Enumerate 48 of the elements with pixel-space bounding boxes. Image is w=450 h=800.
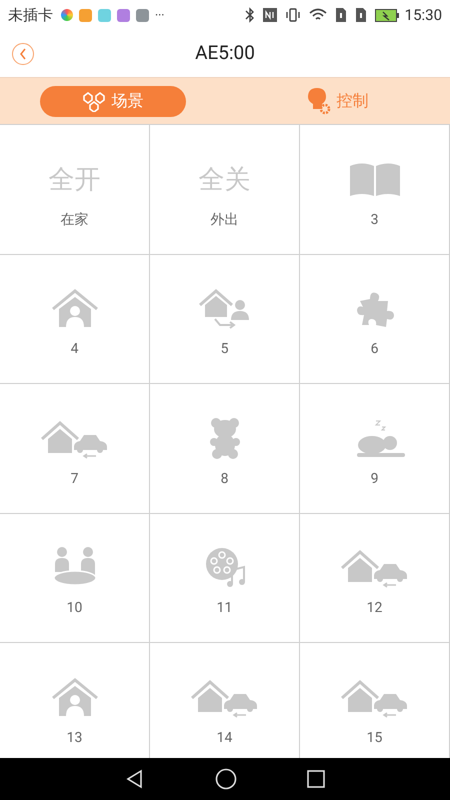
sim-card-icon — [334, 7, 347, 23]
back-button[interactable] — [12, 42, 34, 64]
hexagons-icon — [82, 90, 106, 112]
scene-tile[interactable]: 3 — [300, 125, 450, 254]
back-nav-icon[interactable] — [125, 769, 145, 789]
scene-tile[interactable]: 5 — [150, 254, 300, 384]
scene-tile[interactable]: 8 — [150, 384, 300, 514]
battery-icon — [374, 8, 399, 22]
page-title: AE5:00 — [194, 40, 256, 66]
scene-label: 13 — [66, 728, 82, 748]
scene-label: 5 — [220, 340, 228, 360]
bluetooth-icon — [244, 7, 255, 23]
nfc-icon — [262, 8, 277, 22]
scene-label: 11 — [216, 599, 232, 618]
scene-label: 4 — [70, 340, 78, 360]
scene-tile[interactable]: 6 — [300, 254, 450, 384]
app-icon — [61, 9, 73, 21]
scene-label: 3 — [370, 210, 378, 230]
scene-label: 7 — [70, 470, 78, 489]
carrier-text: 未插卡 — [8, 4, 53, 26]
vibrate-icon — [284, 7, 301, 23]
sim-card-icon — [354, 7, 367, 23]
scene-label: 10 — [66, 599, 82, 618]
overflow-text: ··· — [155, 7, 164, 24]
scene-label: 15 — [366, 728, 382, 748]
scene-label: 8 — [220, 470, 228, 489]
recents-nav-icon[interactable] — [307, 770, 325, 788]
scene-tile[interactable]: 7 — [0, 384, 150, 514]
home-nav-icon[interactable] — [215, 768, 237, 790]
scene-label: 6 — [370, 340, 378, 360]
scene-tile[interactable]: 10 — [0, 514, 150, 643]
chevron-left-icon — [19, 48, 27, 60]
app-icon — [117, 8, 130, 22]
scene-label: 在家 — [60, 210, 88, 230]
scene-tile[interactable]: 11 — [150, 514, 300, 643]
scene-label: 14 — [216, 728, 232, 748]
scene-tile[interactable]: 12 — [300, 514, 450, 643]
app-icon — [98, 8, 111, 22]
clock-text: 15:30 — [404, 4, 442, 26]
scene-label: 外出 — [210, 210, 238, 230]
lightbulb-gear-icon — [306, 87, 330, 115]
scene-label: 12 — [366, 599, 382, 618]
wifi-icon — [308, 8, 327, 22]
scene-label: 9 — [370, 470, 378, 489]
scene-tile[interactable]: 9 — [300, 384, 450, 514]
app-icon — [79, 8, 92, 22]
app-icon — [136, 8, 149, 22]
scene-tile[interactable]: 4 — [0, 254, 150, 384]
